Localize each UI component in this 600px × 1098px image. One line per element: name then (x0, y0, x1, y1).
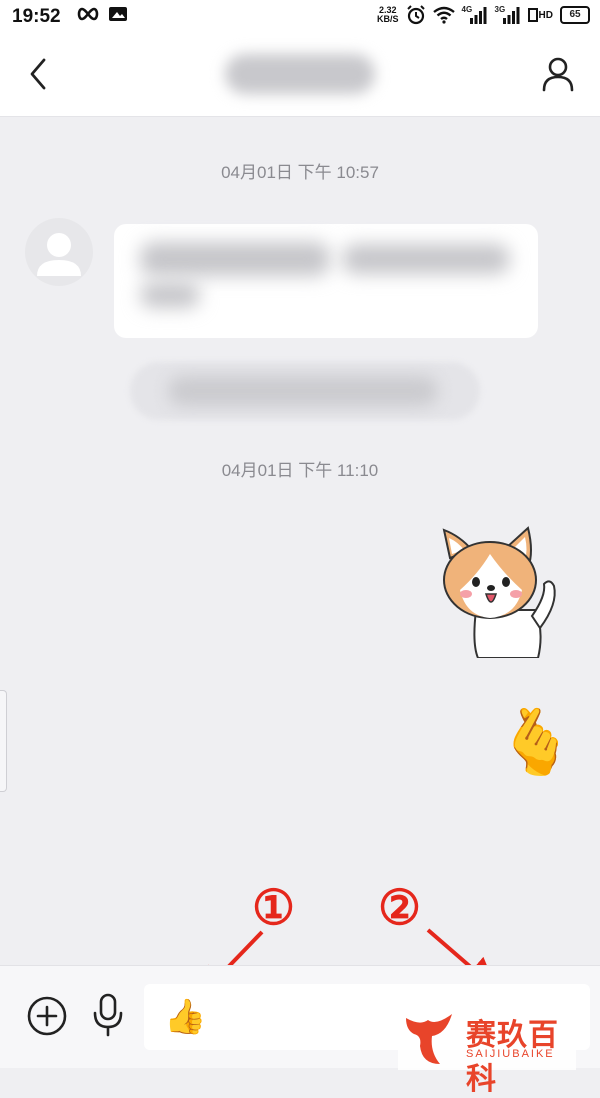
side-drawer-handle[interactable] (0, 690, 7, 792)
profile-button[interactable] (538, 52, 578, 96)
person-icon (542, 57, 574, 92)
corgi-sticker[interactable] (436, 524, 560, 658)
signal-3g-icon: 3G (495, 5, 521, 25)
watermark-brand-sub: SAIJIUBAIKE (466, 1048, 555, 1060)
message-timestamp: 04月01日 下午 10:57 (221, 163, 379, 182)
contact-avatar[interactable] (25, 218, 93, 286)
voice-input-button[interactable] (88, 991, 128, 1039)
chevron-left-icon (30, 58, 46, 90)
message-timestamp: 04月01日 下午 11:10 (221, 461, 379, 480)
redacted-text (140, 282, 200, 308)
image-notification-icon (109, 7, 127, 21)
infinity-icon (77, 7, 99, 21)
more-options-button[interactable] (26, 995, 68, 1037)
sent-emoji-message[interactable]: 🫰 (496, 701, 576, 783)
nav-bar (0, 32, 600, 117)
annotation-label-2: ② (378, 880, 422, 936)
brand-watermark: 赛玖百科 SAIJIUBAIKE (398, 1006, 576, 1096)
input-bar: 👍 赛玖百科 SAIJIUBAIKE (0, 965, 600, 1096)
signal-4g-icon: 4G (462, 5, 488, 25)
chat-title-redacted (225, 54, 375, 94)
wifi-icon (432, 6, 455, 24)
net-speed: 2.32 KB/S (377, 5, 399, 24)
message-input[interactable]: 👍 赛玖百科 SAIJIUBAIKE (144, 984, 590, 1096)
default-avatar-icon (37, 233, 81, 276)
status-bar: 19:52 2.32 KB/S 4G 3G HD 65 (0, 0, 600, 32)
whale-tail-logo-icon (406, 1014, 452, 1064)
received-message-bubble[interactable] (114, 224, 538, 338)
hd-voice-icon: HD (527, 8, 553, 22)
plus-circle-icon (27, 996, 67, 1036)
back-button[interactable] (22, 52, 62, 96)
annotation-label-1: ① (252, 880, 296, 936)
redacted-text (140, 242, 330, 276)
alarm-icon (406, 5, 425, 25)
status-time: 19:52 (12, 6, 61, 27)
redacted-text (342, 244, 510, 274)
microphone-icon (93, 993, 123, 1037)
input-emoji: 👍 (164, 998, 207, 1036)
battery-indicator: 65 (560, 6, 590, 24)
